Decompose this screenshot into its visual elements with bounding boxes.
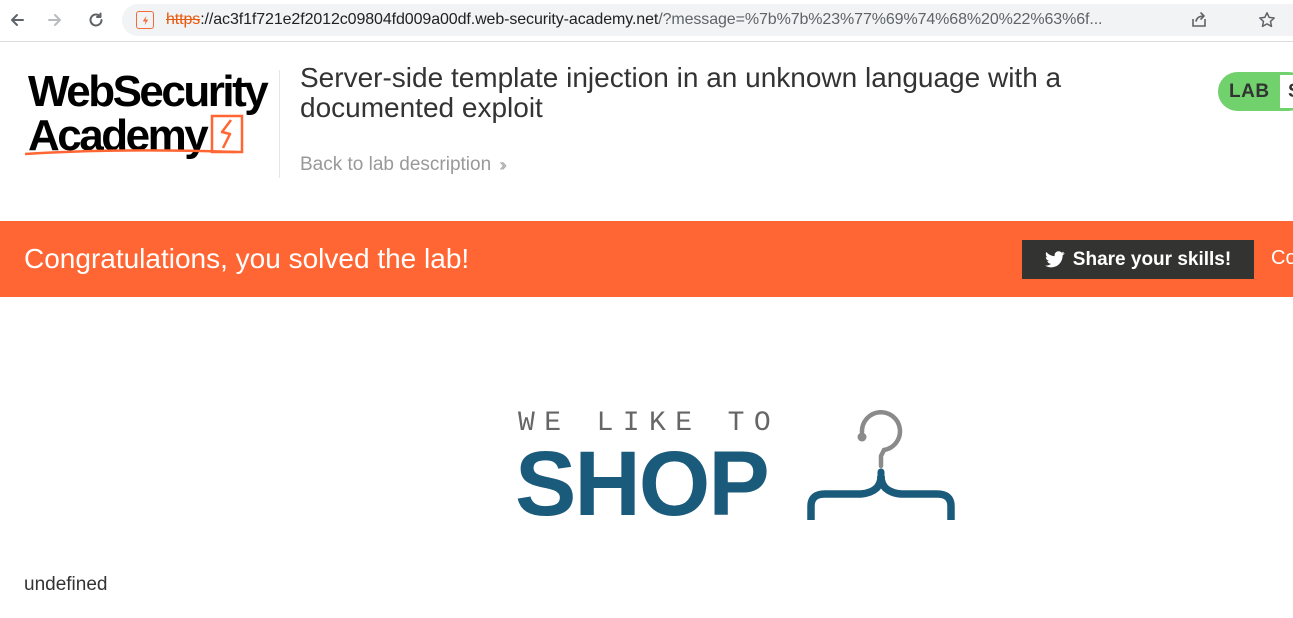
we-like-to-shop-logo: WE LIKE TO SHOP — [515, 408, 960, 535]
message-output-text: undefined — [24, 574, 108, 595]
address-bar[interactable]: https://ac3f1f721e2f2012c09804fd009a00df… — [122, 4, 1293, 36]
lab-status-text: S — [1288, 81, 1293, 103]
lab-solved-banner: Congratulations, you solved the lab! Sha… — [0, 221, 1293, 297]
share-button-label: Share your skills! — [1072, 248, 1232, 270]
twitter-icon — [1044, 251, 1065, 268]
double-chevron-right-icon: ›› — [499, 154, 507, 175]
forward-arrow-icon[interactable] — [42, 7, 68, 33]
clothes-hanger-icon — [807, 410, 955, 520]
share-your-skills-button[interactable]: Share your skills! — [1022, 240, 1254, 279]
share-page-icon[interactable] — [1190, 11, 1208, 29]
url-text[interactable]: https://ac3f1f721e2f2012c09804fd009a00df… — [166, 11, 1102, 29]
congratulations-message: Congratulations, you solved the lab! — [24, 243, 470, 274]
logo-line1: WebSecurity — [28, 67, 269, 116]
lab-status-badge: LAB S — [1218, 72, 1293, 111]
web-security-academy-logo[interactable]: WebSecurity Academy — [24, 66, 276, 162]
url-query: /?message=%7b%7b%23%77%69%74%68%20%22%63… — [658, 11, 1103, 28]
continue-learning-link[interactable]: Co — [1271, 247, 1293, 270]
header-divider — [279, 70, 280, 178]
bookmark-star-icon[interactable] — [1258, 11, 1276, 29]
browser-toolbar: https://ac3f1f721e2f2012c09804fd009a00df… — [0, 0, 1293, 42]
url-scheme: https — [166, 11, 201, 28]
back-link-label: Back to lab description — [300, 154, 492, 175]
reload-icon[interactable] — [83, 7, 109, 33]
shop-wordmark: SHOP — [515, 433, 770, 535]
back-arrow-icon[interactable] — [4, 7, 30, 33]
lab-status-segment: S — [1280, 75, 1293, 108]
page-title: Server-side template injection in an unk… — [300, 62, 1062, 123]
back-to-lab-description-link[interactable]: Back to lab description ›› — [300, 154, 507, 176]
not-secure-icon[interactable] — [136, 11, 154, 29]
url-host: ://ac3f1f721e2f2012c09804fd009a00df.web-… — [200, 11, 659, 28]
lab-badge-label: LAB — [1229, 81, 1270, 102]
